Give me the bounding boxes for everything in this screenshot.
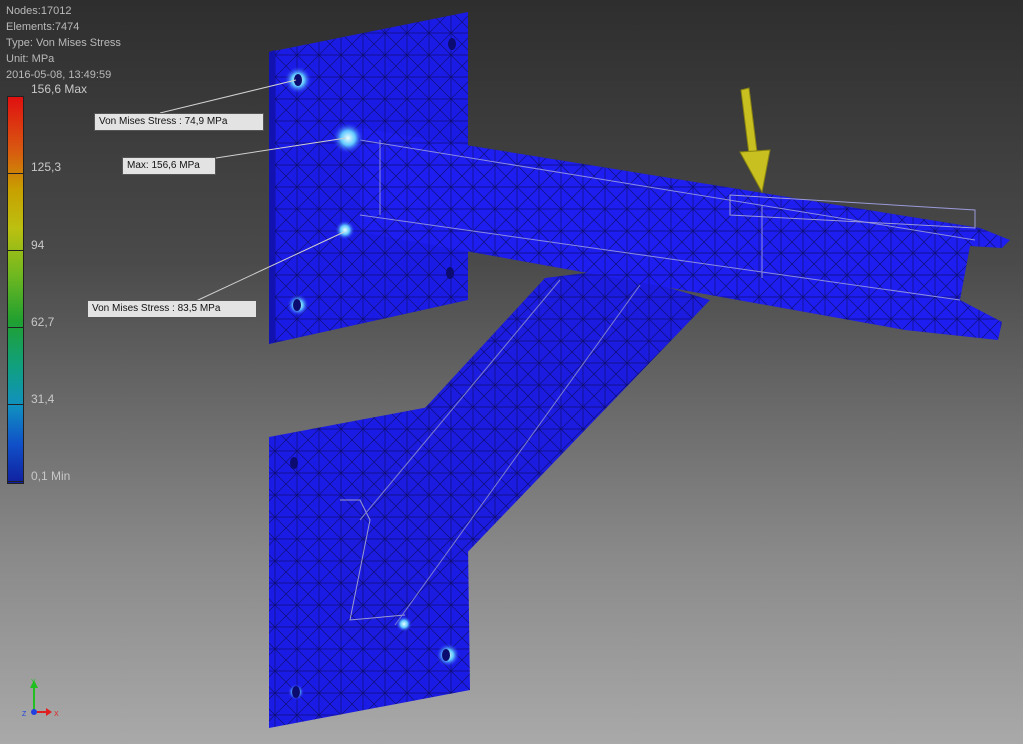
legend-tick-label: 31,4 (31, 392, 55, 406)
view-triad[interactable]: Y X Z (8, 676, 68, 726)
probe-callout-1[interactable]: Von Mises Stress : 74,9 MPa (94, 113, 264, 131)
elements-count: Elements:7474 (6, 21, 80, 33)
result-unit: Unit: MPa (6, 53, 55, 65)
legend-tick (7, 96, 24, 97)
timestamp: 2016-05-08, 13:49:59 (6, 69, 112, 81)
legend-tick (7, 173, 24, 174)
legend-tick (7, 404, 24, 405)
nodes-count: Nodes:17012 (6, 5, 72, 17)
legend-tick-label: 94 (31, 238, 45, 252)
model-render[interactable] (0, 0, 1023, 744)
legend-tick (7, 481, 24, 482)
diagonal-brace[interactable] (335, 270, 710, 650)
legend-tick-label: 62,7 (31, 315, 55, 329)
triad-z-label: Z (22, 711, 27, 718)
legend-tick (7, 250, 24, 251)
color-scale-bar[interactable] (7, 96, 24, 484)
z-axis-icon (31, 709, 37, 715)
probe-callout-2[interactable]: Von Mises Stress : 83,5 MPa (87, 300, 257, 318)
load-arrow[interactable] (739, 87, 771, 194)
analysis-info: Nodes:17012 Elements:7474 Type: Von Mise… (6, 3, 121, 83)
legend-min-label: 0,1 Min (31, 469, 71, 483)
result-type: Type: Von Mises Stress (6, 37, 121, 49)
triad-x-label: X (54, 711, 59, 718)
legend-max-label: 156,6 Max (31, 82, 88, 96)
legend-tick-label: 125,3 (31, 160, 62, 174)
probe-callout-max[interactable]: Max: 156,6 MPa (122, 157, 216, 175)
legend-tick (7, 327, 24, 328)
triad-y-label: Y (31, 679, 36, 686)
fea-viewport[interactable]: Nodes:17012 Elements:7474 Type: Von Mise… (0, 0, 1023, 744)
